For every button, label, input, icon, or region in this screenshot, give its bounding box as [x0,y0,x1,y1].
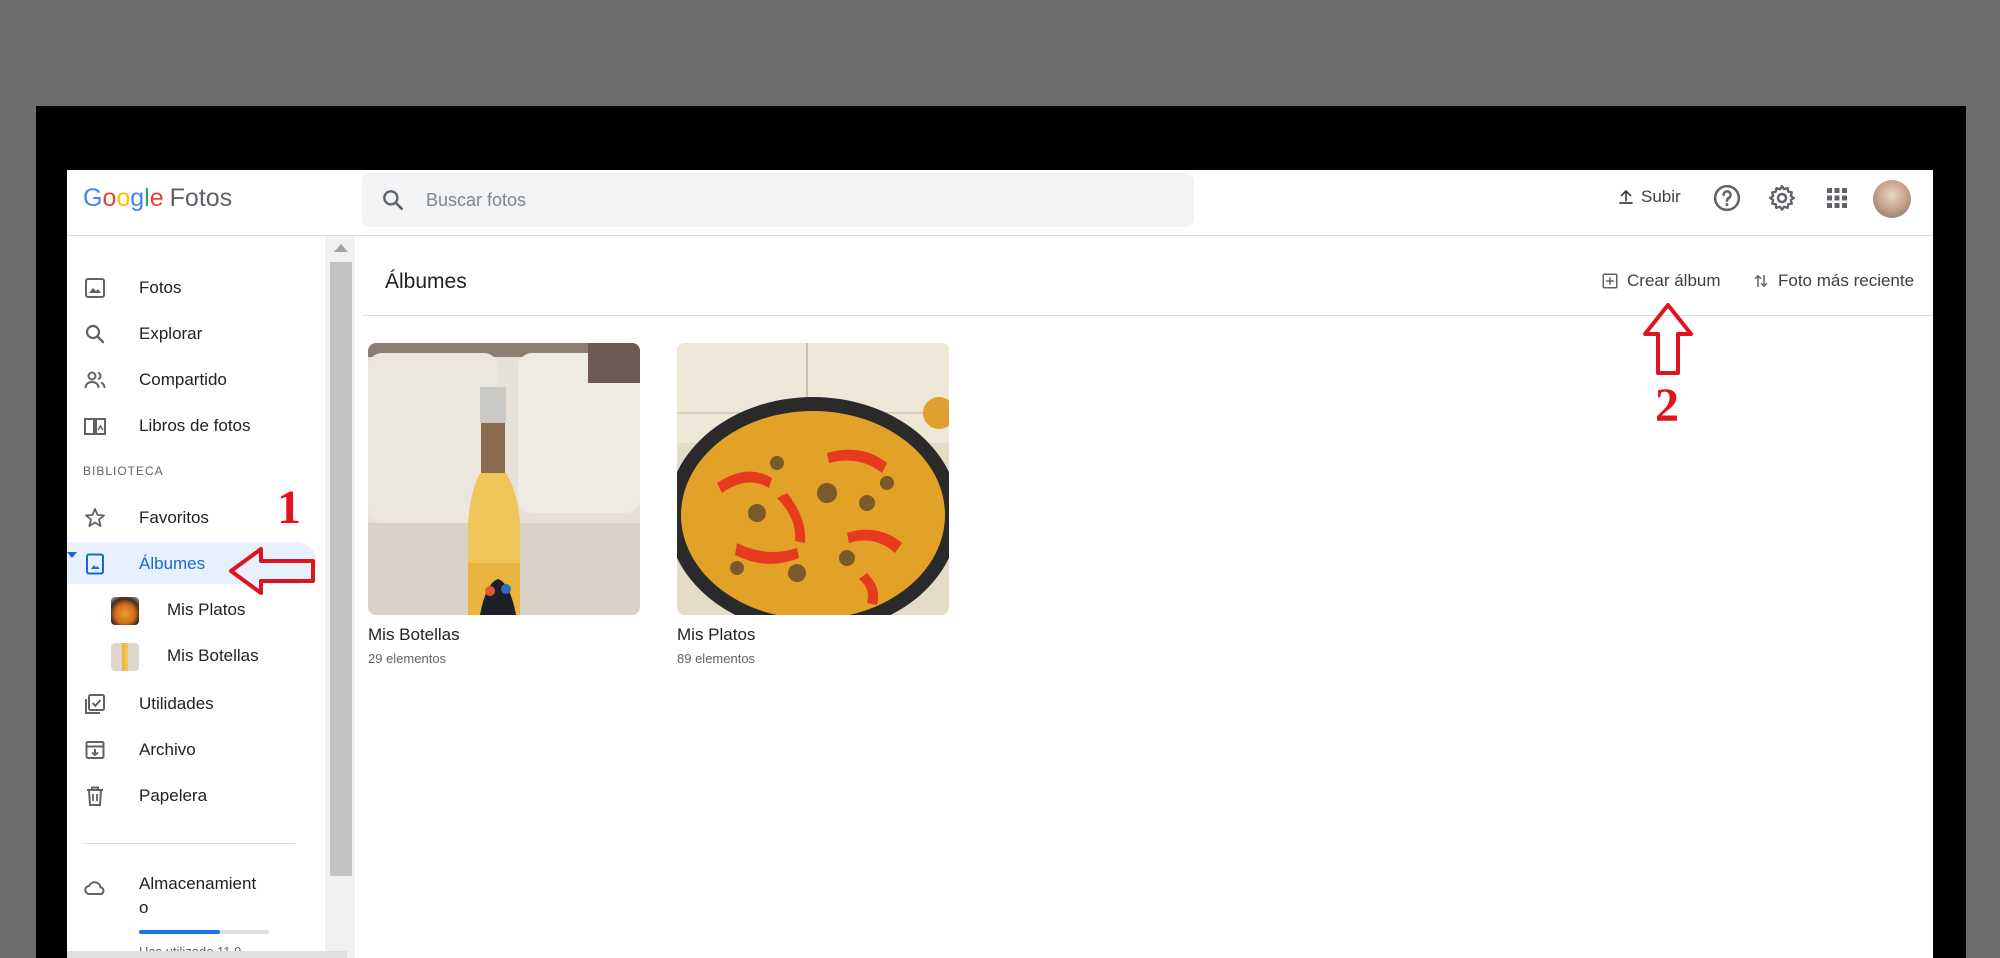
sidebar-item-label: Papelera [139,786,208,805]
sidebar-subitem-label: Mis Botellas [167,646,259,665]
help-icon[interactable] [1712,183,1742,213]
google-fotos-logo[interactable]: Google Fotos [83,184,232,213]
bottle-photo [368,343,640,615]
sidebar-scrollbar[interactable] [325,236,355,958]
sidebar-subitem-label: Mis Platos [167,600,246,619]
expand-arrow-icon[interactable] [67,552,77,558]
logo-letter: g [130,184,145,212]
logo-letter: G [83,184,103,212]
sidebar-item-label: Favoritos [139,508,209,527]
photo-icon [85,278,105,298]
upload-button[interactable]: Subir [1617,187,1681,207]
library-section-label: BIBLIOTECA [83,464,164,478]
people-icon [84,371,106,389]
page-title: Álbumes [385,270,467,293]
album-name[interactable]: Mis Botellas [368,625,640,645]
trash-icon [87,786,103,806]
album-count: 89 elementos [677,651,756,666]
storage-label[interactable]: Almacenamient o [139,872,269,920]
search-icon [85,324,105,344]
annotation-number-2: 2 [1655,379,1679,432]
sidebar-divider [83,843,295,844]
title-divider [362,315,1933,316]
browser-viewport: Google Fotos Buscar fotos Subir Fotos Exp… [67,170,1933,958]
archive-icon [85,741,105,759]
album-thumbnail [111,643,139,671]
sidebar: Fotos Explorar Compartido Libros de foto… [67,236,327,958]
app-header: Google Fotos Buscar fotos Subir [67,170,1933,236]
search-icon[interactable] [380,187,406,213]
sidebar-item-fotos[interactable]: Fotos [67,266,317,308]
create-album-label: Crear álbum [1627,271,1721,290]
upload-label: Subir [1641,187,1681,206]
sort-button[interactable]: Foto más reciente [1752,271,1914,291]
sidebar-item-papelera[interactable]: Papelera [67,774,317,816]
sort-icon [1754,274,1768,288]
annotation-arrow-left-icon [229,547,315,595]
upload-icon [1619,190,1633,204]
settings-gear-icon[interactable] [1767,183,1797,213]
logo-product-name: Fotos [169,184,233,212]
horizontal-scrollbar[interactable] [67,951,347,958]
create-album-button[interactable]: Crear álbum [1601,271,1721,291]
search-input[interactable]: Buscar fotos [426,190,526,211]
scrollbar-thumb[interactable] [330,262,352,876]
cloud-icon [84,881,105,895]
sidebar-item-compartido[interactable]: Compartido [67,358,317,400]
album-icon [86,553,104,575]
sort-label: Foto más reciente [1778,271,1915,290]
sidebar-item-label: Libros de fotos [139,416,251,435]
paella-photo [677,343,949,615]
utilities-icon [85,694,105,714]
account-avatar[interactable] [1873,180,1911,218]
annotation-number-1: 1 [277,481,301,534]
sidebar-item-label: Utilidades [139,694,214,713]
sidebar-item-archivo[interactable]: Archivo [67,728,317,770]
album-thumbnail [111,597,139,625]
album-card-mis-platos[interactable]: Mis Platos 89 elementos [677,343,949,666]
sidebar-item-libros-de-fotos[interactable]: Libros de fotos [67,404,317,446]
album-card-mis-botellas[interactable]: Mis Botellas 29 elementos [368,343,640,666]
sidebar-item-explorar[interactable]: Explorar [67,312,317,354]
book-icon [84,418,106,435]
sidebar-item-label: Explorar [139,324,203,343]
album-cover[interactable] [677,343,949,615]
logo-letter: e [149,184,164,212]
search-bar[interactable]: Buscar fotos [362,173,1194,227]
star-icon [85,508,105,527]
album-name[interactable]: Mis Platos [677,625,949,645]
annotation-arrow-up-icon [1643,303,1693,375]
sidebar-item-label: Compartido [139,370,227,389]
sidebar-item-label: Álbumes [139,554,206,573]
storage-progress-fill [139,930,220,934]
sidebar-item-utilidades[interactable]: Utilidades [67,682,317,724]
storage-progress-bar [139,930,269,934]
logo-letter: o [116,184,131,212]
apps-grid-icon[interactable] [1822,183,1852,213]
scroll-up-arrow-icon[interactable] [334,244,348,252]
album-count: 29 elementos [368,651,447,666]
logo-letter: o [102,184,117,212]
sidebar-subitem-mis-botellas[interactable]: Mis Botellas [67,634,317,676]
sidebar-item-label: Archivo [139,740,196,759]
album-cover[interactable] [368,343,640,615]
add-box-icon [1602,273,1618,289]
sidebar-item-label: Fotos [139,278,182,297]
